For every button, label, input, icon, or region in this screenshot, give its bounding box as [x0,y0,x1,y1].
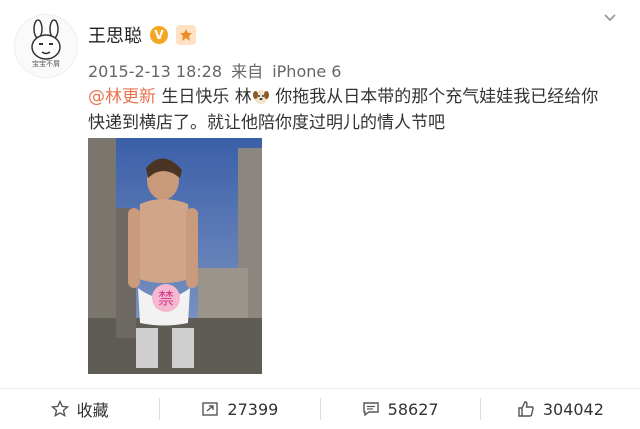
avatar[interactable]: 宝宝不屑 [14,14,78,78]
star-icon [50,400,69,418]
comment-button[interactable]: 58627 [321,389,480,429]
source[interactable]: iPhone 6 [272,62,341,81]
source-prefix: 来自 [231,62,264,81]
censor-label: 禁 [158,289,174,308]
text-part1: 生日快乐 林 [156,87,252,107]
repost-count: 27399 [227,399,279,419]
timestamp[interactable]: 2015-2-13 18:28 [88,62,222,81]
chevron-down-icon[interactable] [600,10,620,30]
action-toolbar: 收藏 27399 58627 304042 [0,388,640,429]
author-row: 王思聪 V [88,22,196,48]
comment-count: 58627 [387,399,439,419]
like-count: 304042 [542,399,604,419]
like-icon [518,401,534,417]
repost-icon [202,402,219,416]
favorite-button[interactable]: 收藏 [0,389,159,429]
mention-link[interactable]: @林更新 [88,87,156,107]
repost-button[interactable]: 27399 [160,389,319,429]
avatar-caption: 宝宝不屑 [32,60,60,68]
comment-icon [362,402,379,417]
level-badge-icon[interactable] [176,25,196,45]
post-text: @林更新 生日快乐 林 你拖我从日本带的那个充气娃娃我已经给你快递到横店了。就让… [88,84,608,136]
like-button[interactable]: 304042 [481,389,640,429]
favorite-label: 收藏 [76,401,109,420]
author-name[interactable]: 王思聪 [88,22,142,48]
verified-icon[interactable]: V [150,26,168,44]
post-meta: 2015-2-13 18:28 来自 iPhone 6 [88,58,341,82]
dog-emoji-icon [252,90,269,104]
post-photo[interactable]: 禁 [88,138,262,374]
